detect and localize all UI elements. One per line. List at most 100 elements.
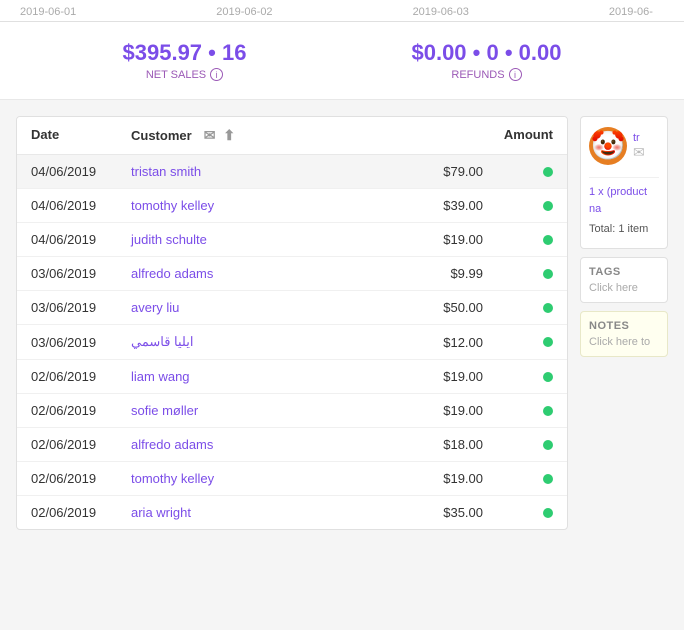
product-info: 1 x (product na [589, 184, 659, 217]
col-header-customer: Customer ✉ ⬆ [131, 127, 403, 144]
row-status [483, 269, 553, 279]
table-header: Date Customer ✉ ⬆ Amount [17, 117, 567, 155]
refunds-value: $0.00 • 0 • 0.00 [411, 40, 561, 66]
row-customer[interactable]: tomothy kelley [131, 471, 403, 486]
status-dot [543, 440, 553, 450]
status-dot [543, 372, 553, 382]
row-status [483, 372, 553, 382]
row-status [483, 508, 553, 518]
refunds-label: REFUNDS i [411, 68, 561, 81]
col-header-amount: Amount [483, 127, 553, 144]
net-sales-summary: $395.97 • 16 NET SALES i [123, 40, 247, 81]
row-amount: $19.00 [403, 403, 483, 418]
email-icon[interactable]: ✉ [204, 127, 216, 144]
row-amount: $79.00 [403, 164, 483, 179]
col-header-date: Date [31, 127, 131, 144]
notes-title: NOTES [589, 320, 659, 332]
notes-section: NOTES Click here to [580, 311, 668, 357]
status-dot [543, 337, 553, 347]
tags-section: TAGS Click here [580, 257, 668, 303]
chart-date-4: 2019-06- [609, 6, 653, 21]
row-date: 04/06/2019 [31, 232, 131, 247]
customer-email-icon[interactable]: ✉ [633, 144, 645, 161]
row-customer[interactable]: aria wright [131, 505, 403, 520]
table-row[interactable]: 03/06/2019 ايليا قاسمي $12.00 [17, 325, 567, 360]
row-customer[interactable]: sofie møller [131, 403, 403, 418]
row-date: 02/06/2019 [31, 437, 131, 452]
table-row[interactable]: 04/06/2019 tristan smith $79.00 [17, 155, 567, 189]
row-amount: $35.00 [403, 505, 483, 520]
refunds-info-icon[interactable]: i [509, 68, 522, 81]
row-date: 03/06/2019 [31, 335, 131, 350]
total-line: Total: 1 item [589, 221, 648, 238]
row-date: 04/06/2019 [31, 164, 131, 179]
table-row[interactable]: 02/06/2019 tomothy kelley $19.00 [17, 462, 567, 496]
row-date: 02/06/2019 [31, 471, 131, 486]
chart-date-2: 2019-06-02 [216, 6, 272, 21]
row-amount: $19.00 [403, 232, 483, 247]
row-status [483, 337, 553, 347]
status-dot [543, 474, 553, 484]
table-row[interactable]: 03/06/2019 alfredo adams $9.99 [17, 257, 567, 291]
export-icon[interactable]: ⬆ [223, 127, 235, 144]
status-dot [543, 167, 553, 177]
row-amount: $9.99 [403, 266, 483, 281]
row-date: 03/06/2019 [31, 266, 131, 281]
row-customer[interactable]: alfredo adams [131, 437, 403, 452]
status-dot [543, 201, 553, 211]
notes-click-here[interactable]: Click here to [589, 336, 659, 348]
customer-card: 🤡 tr ✉ 1 x (product na Total: 1 item [580, 116, 668, 249]
table-row[interactable]: 02/06/2019 aria wright $35.00 [17, 496, 567, 529]
row-customer[interactable]: judith schulte [131, 232, 403, 247]
row-customer[interactable]: alfredo adams [131, 266, 403, 281]
net-sales-info-icon[interactable]: i [210, 68, 223, 81]
row-customer[interactable]: ايليا قاسمي [131, 334, 403, 350]
avatar: 🤡 [589, 127, 627, 165]
row-status [483, 474, 553, 484]
row-customer[interactable]: liam wang [131, 369, 403, 384]
chart-dates-bar: 2019-06-01 2019-06-02 2019-06-03 2019-06… [0, 0, 684, 22]
customer-name-abbr[interactable]: tr [633, 132, 645, 144]
row-amount: $39.00 [403, 198, 483, 213]
chart-date-3: 2019-06-03 [413, 6, 469, 21]
row-status [483, 201, 553, 211]
avatar-emoji: 🤡 [591, 132, 626, 160]
tags-click-here[interactable]: Click here [589, 282, 659, 294]
row-date: 02/06/2019 [31, 505, 131, 520]
row-amount: $50.00 [403, 300, 483, 315]
table-body: 04/06/2019 tristan smith $79.00 04/06/20… [17, 155, 567, 529]
net-sales-label: NET SALES i [123, 68, 247, 81]
table-row[interactable]: 02/06/2019 alfredo adams $18.00 [17, 428, 567, 462]
table-row[interactable]: 02/06/2019 liam wang $19.00 [17, 360, 567, 394]
table-row[interactable]: 04/06/2019 judith schulte $19.00 [17, 223, 567, 257]
summary-bar: $395.97 • 16 NET SALES i $0.00 • 0 • 0.0… [0, 22, 684, 100]
row-customer[interactable]: tristan smith [131, 164, 403, 179]
row-status [483, 406, 553, 416]
refunds-summary: $0.00 • 0 • 0.00 REFUNDS i [411, 40, 561, 81]
status-dot [543, 269, 553, 279]
side-panel: 🤡 tr ✉ 1 x (product na Total: 1 item TAG… [580, 116, 668, 530]
row-status [483, 235, 553, 245]
chart-date-1: 2019-06-01 [20, 6, 76, 21]
table-row[interactable]: 04/06/2019 tomothy kelley $39.00 [17, 189, 567, 223]
divider [589, 177, 659, 178]
avatar-row: 🤡 tr ✉ [589, 127, 645, 165]
status-dot [543, 303, 553, 313]
row-customer[interactable]: avery liu [131, 300, 403, 315]
row-amount: $19.00 [403, 369, 483, 384]
table-row[interactable]: 03/06/2019 avery liu $50.00 [17, 291, 567, 325]
row-status [483, 440, 553, 450]
row-status [483, 167, 553, 177]
col-icons: ✉ ⬆ [204, 127, 235, 144]
row-status [483, 303, 553, 313]
status-dot [543, 235, 553, 245]
row-date: 04/06/2019 [31, 198, 131, 213]
status-dot [543, 508, 553, 518]
table-row[interactable]: 02/06/2019 sofie møller $19.00 [17, 394, 567, 428]
row-date: 03/06/2019 [31, 300, 131, 315]
row-amount: $12.00 [403, 335, 483, 350]
row-date: 02/06/2019 [31, 369, 131, 384]
row-amount: $19.00 [403, 471, 483, 486]
row-amount: $18.00 [403, 437, 483, 452]
row-customer[interactable]: tomothy kelley [131, 198, 403, 213]
